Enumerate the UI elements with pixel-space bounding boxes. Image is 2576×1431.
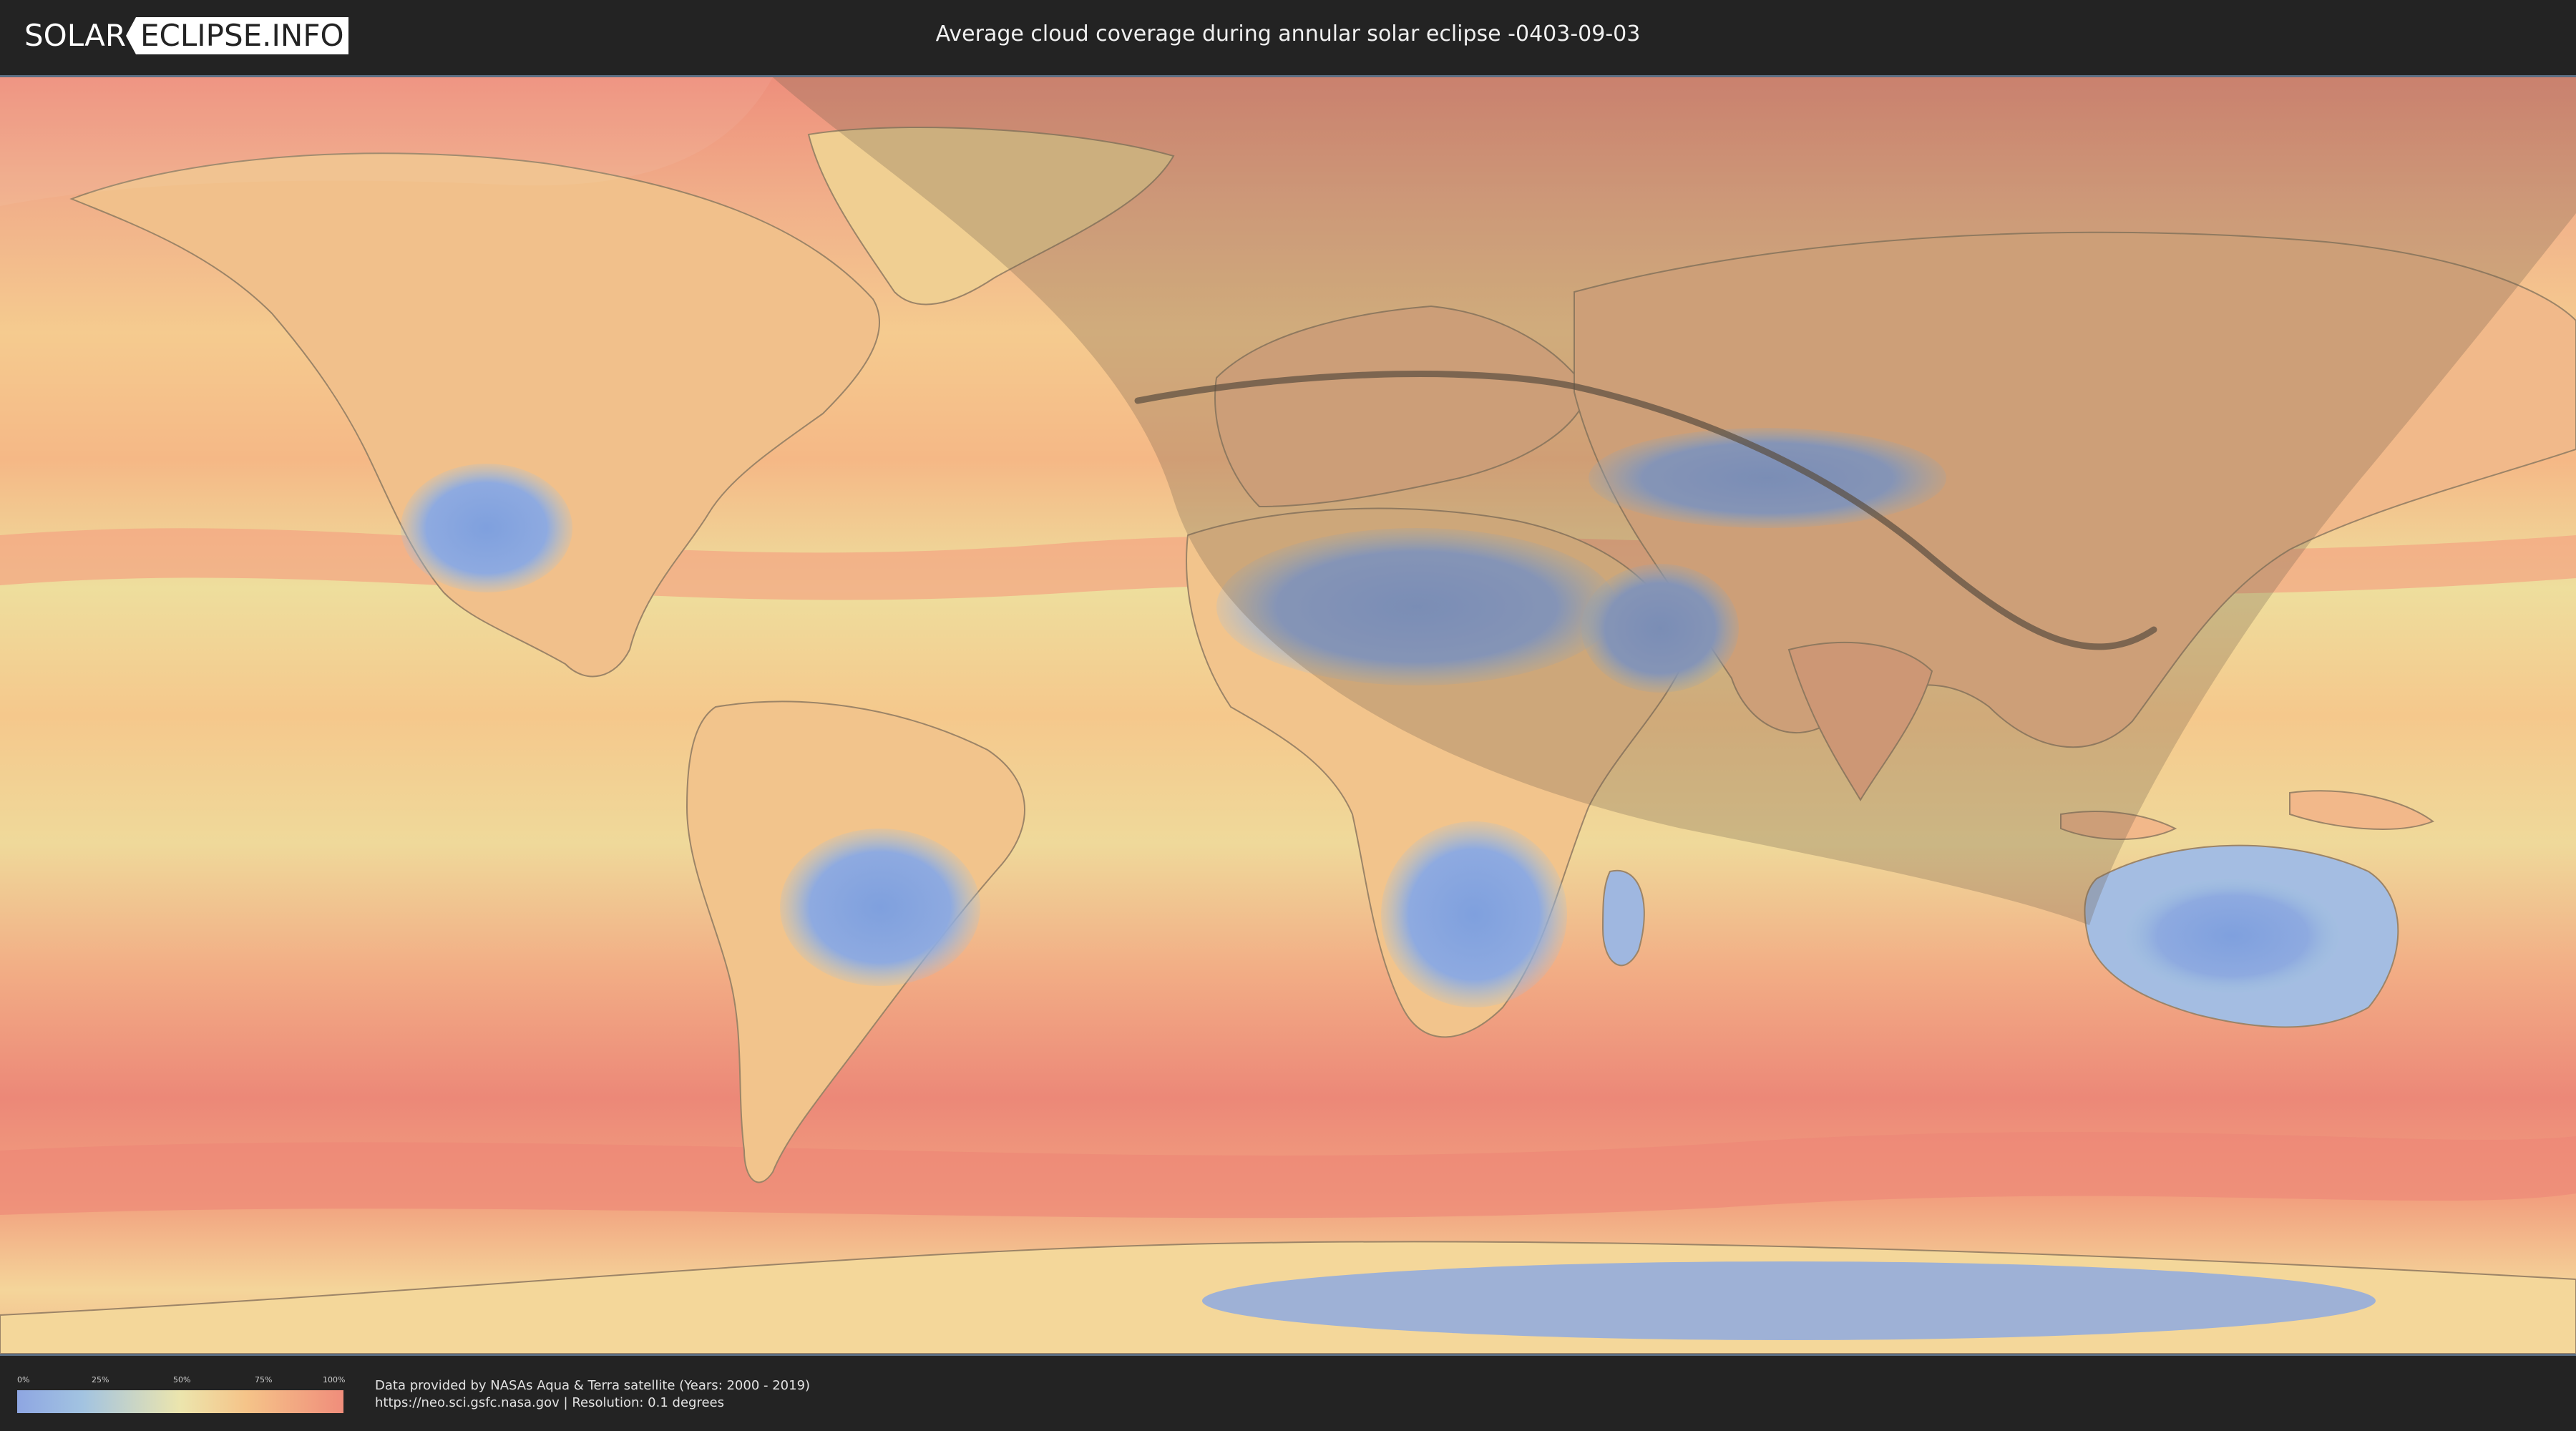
legend-tick-50: 50% <box>173 1375 191 1384</box>
us-southwest-clear-area <box>401 464 572 592</box>
data-credits: Data provided by NASAs Aqua & Terra sate… <box>375 1377 810 1412</box>
madagascar-landmass <box>1601 869 1645 967</box>
header-bar: SOLAR ECLIPSE.INFO Average cloud coverag… <box>0 0 2576 72</box>
australia-clear-area <box>2125 879 2340 993</box>
legend-tick-100: 100% <box>323 1375 346 1384</box>
antarctica-clear-area <box>1202 1261 2376 1340</box>
brazil-clear-area <box>780 829 980 986</box>
page-title: Average cloud coverage during annular so… <box>935 21 1641 47</box>
credit-line-source: Data provided by NASAs Aqua & Terra sate… <box>375 1378 811 1393</box>
southern-africa-clear-area <box>1381 821 1567 1007</box>
credit-line-url[interactable]: https://neo.sci.gsfc.nasa.gov | Resoluti… <box>375 1395 810 1412</box>
legend-tick-75: 75% <box>255 1375 273 1384</box>
cloud-coverage-legend: 0% 25% 50% 75% 100% <box>17 1375 346 1413</box>
legend-tick-0: 0% <box>17 1375 30 1384</box>
legend-color-bar <box>17 1390 343 1413</box>
legend-tick-25: 25% <box>92 1375 109 1384</box>
world-map-svg <box>0 77 2576 1354</box>
cloud-coverage-map[interactable] <box>0 75 2576 1356</box>
